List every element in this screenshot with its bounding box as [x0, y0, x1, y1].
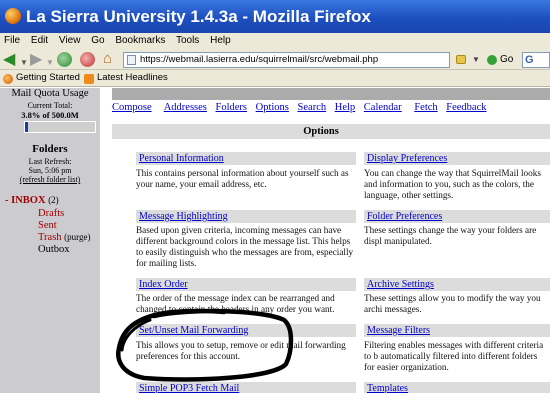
message-highlighting-link[interactable]: Message Highlighting [136, 210, 356, 223]
menu-edit[interactable]: Edit [31, 35, 48, 46]
quota-value: 3.8% of 500.0M [21, 110, 79, 120]
header-band [112, 88, 550, 100]
nav-calendar[interactable]: Calendar [364, 102, 402, 113]
nav-feedback[interactable]: Feedback [446, 102, 486, 113]
address-bar[interactable]: https://webmail.lasierra.edu/squirrelmai… [123, 52, 450, 68]
message-filters-desc: Filtering enables messages with differen… [364, 340, 544, 372]
quota-bar [24, 121, 96, 133]
firefox-icon [5, 8, 21, 24]
menu-view[interactable]: View [59, 35, 81, 46]
go-icon[interactable] [487, 55, 497, 65]
display-preferences-desc: You can change the way that SquirrelMail… [364, 168, 541, 200]
nav-folders[interactable]: Folders [216, 102, 248, 113]
window-title: La Sierra University 1.4.3a - Mozilla Fi… [26, 7, 371, 26]
google-search-icon[interactable]: G [522, 52, 550, 68]
forward-arrow-icon[interactable]: ▶ [30, 52, 42, 68]
quota-current-label: Current Total: [27, 101, 73, 110]
back-dropdown-icon[interactable]: ▼ [20, 55, 28, 70]
templates-link[interactable]: Templates [364, 382, 550, 393]
nav-addresses[interactable]: Addresses [164, 102, 207, 113]
firefox-bookmark-icon [3, 74, 13, 84]
bookmarks-toolbar: Getting Started Latest Headlines [0, 70, 550, 87]
menu-go[interactable]: Go [91, 35, 104, 46]
refresh-folder-list-link[interactable]: (refresh folder list) [0, 175, 100, 184]
display-preferences-link[interactable]: Display Preferences [364, 152, 550, 165]
purge-trash-link[interactable]: (purge) [64, 232, 90, 242]
folder-sent[interactable]: Sent [38, 220, 57, 231]
nav-fetch[interactable]: Fetch [414, 102, 437, 113]
rss-icon [84, 74, 94, 84]
index-order-link[interactable]: Index Order [136, 278, 356, 291]
trash-label[interactable]: Trash [38, 232, 62, 243]
last-refresh-label: Last Refresh: [28, 157, 72, 166]
menu-file[interactable]: File [4, 35, 20, 46]
inbox-collapse-toggle[interactable]: - [5, 195, 9, 206]
mail-forwarding-desc: This allows you to setup, remove or edit… [136, 340, 346, 361]
menu-bookmarks[interactable]: Bookmarks [115, 35, 165, 46]
folder-trash[interactable]: Trash (purge) [38, 232, 91, 243]
options-pane: Compose Addresses Folders Options Search… [100, 88, 550, 393]
nav-options[interactable]: Options [256, 102, 289, 113]
url-dropdown-icon[interactable]: ▼ [470, 53, 482, 67]
message-highlighting-desc: Based upon given criteria, incoming mess… [136, 225, 354, 268]
quota-title: Mail Quota Usage [11, 88, 89, 99]
archive-settings-link[interactable]: Archive Settings [364, 278, 550, 291]
page-icon [127, 55, 136, 65]
index-order-desc: The order of the message index can be re… [136, 293, 335, 314]
go-button[interactable]: Go [500, 52, 513, 68]
folder-pane: Mail Quota Usage Current Total: 3.8% of … [0, 88, 100, 393]
folder-inbox[interactable]: - INBOX (2) [5, 195, 59, 206]
page-content: Mail Quota Usage Current Total: 3.8% of … [0, 88, 550, 393]
inbox-count: (2) [48, 195, 59, 205]
top-nav-links: Compose Addresses Folders Options Search… [112, 102, 493, 113]
stop-icon[interactable] [80, 52, 95, 67]
lock-icon[interactable] [456, 55, 466, 64]
folders-title: Folders [32, 143, 68, 155]
back-arrow-icon[interactable]: ◀ [3, 52, 15, 68]
bookmark-getting-started[interactable]: Getting Started [16, 70, 80, 86]
menu-tools[interactable]: Tools [176, 35, 199, 46]
menu-bar: File Edit View Go Bookmarks Tools Help [0, 33, 550, 49]
personal-information-link[interactable]: Personal Information [136, 152, 356, 165]
message-filters-link[interactable]: Message Filters [364, 324, 550, 337]
folder-preferences-link[interactable]: Folder Preferences [364, 210, 550, 223]
navigation-toolbar: ◀ ▼ ▶ ▼ ⌂ https://webmail.lasierra.edu/s… [0, 49, 550, 70]
window-titlebar: La Sierra University 1.4.3a - Mozilla Fi… [0, 0, 550, 33]
forward-dropdown-icon[interactable]: ▼ [46, 55, 54, 70]
pop3-fetch-link[interactable]: Simple POP3 Fetch Mail [136, 382, 356, 393]
bookmark-latest-headlines[interactable]: Latest Headlines [97, 70, 168, 86]
quota-bar-fill [25, 122, 28, 132]
personal-information-desc: This contains personal information about… [136, 168, 349, 189]
mail-forwarding-link[interactable]: Set/Unset Mail Forwarding [136, 324, 356, 337]
folder-drafts[interactable]: Drafts [38, 208, 64, 219]
nav-compose[interactable]: Compose [112, 102, 152, 113]
home-icon[interactable]: ⌂ [103, 52, 112, 67]
folder-preferences-desc: These settings change the way your folde… [364, 225, 537, 246]
inbox-label[interactable]: INBOX [11, 195, 45, 206]
nav-search[interactable]: Search [298, 102, 327, 113]
menu-help[interactable]: Help [210, 35, 231, 46]
address-bar-url: https://webmail.lasierra.edu/squirrelmai… [140, 54, 379, 65]
refresh-time: Sun, 5:06 pm [28, 166, 72, 175]
options-header: Options [112, 124, 550, 139]
archive-settings-desc: These settings allow you to modify the w… [364, 293, 541, 314]
reload-icon[interactable] [57, 52, 72, 67]
nav-help[interactable]: Help [335, 102, 355, 113]
folder-outbox[interactable]: Outbox [38, 244, 70, 255]
